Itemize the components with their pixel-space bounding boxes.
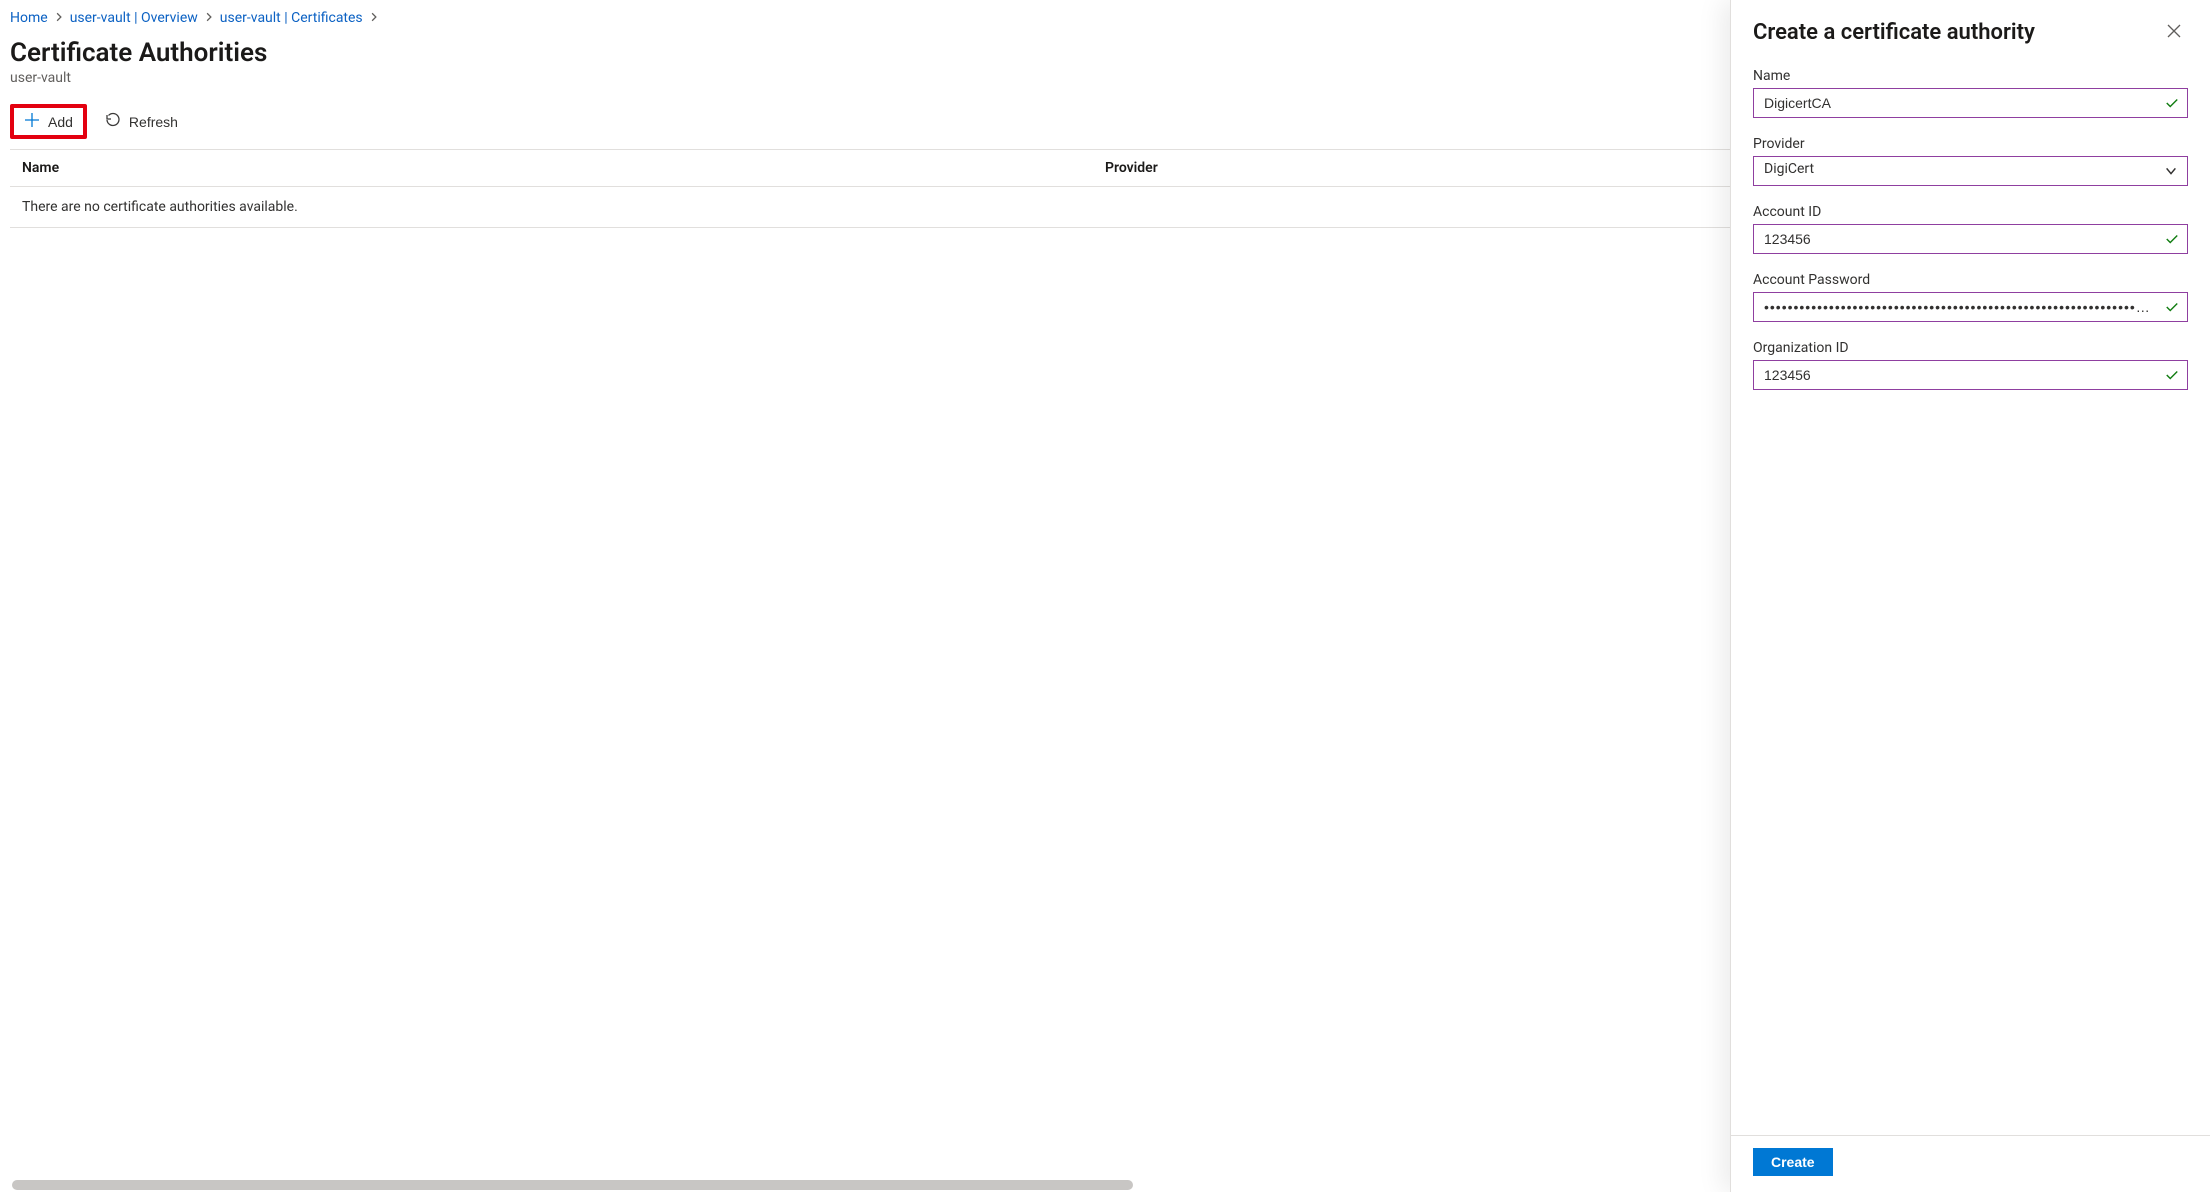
create-button[interactable]: Create [1753,1148,1833,1176]
provider-select[interactable]: DigiCert [1753,156,2188,186]
label-name: Name [1753,68,2188,84]
close-icon [2166,23,2182,42]
refresh-button-label: Refresh [129,114,178,130]
horizontal-scrollbar[interactable] [12,1180,1710,1190]
crumb-home[interactable]: Home [10,10,48,26]
refresh-button[interactable]: Refresh [95,107,188,136]
account-password-field[interactable] [1753,292,2188,322]
label-account-id: Account ID [1753,204,2188,220]
column-header-name[interactable]: Name [22,160,1105,176]
panel-footer: Create [1731,1135,2210,1192]
panel-header: Create a certificate authority [1731,0,2210,52]
account-id-field[interactable] [1753,224,2188,254]
plus-icon [24,112,40,131]
name-field[interactable] [1753,88,2188,118]
refresh-icon [105,112,121,131]
chevron-right-icon [204,10,214,26]
panel-title: Create a certificate authority [1753,20,2035,45]
add-button-label: Add [48,114,73,130]
label-organization-id: Organization ID [1753,340,2188,356]
crumb-vault-overview[interactable]: user-vault | Overview [70,10,198,26]
label-provider: Provider [1753,136,2188,152]
crumb-vault-certificates[interactable]: user-vault | Certificates [220,10,363,26]
add-button[interactable]: Add [10,104,87,139]
close-button[interactable] [2160,18,2188,46]
create-ca-panel: Create a certificate authority Name Prov… [1730,0,2210,1192]
scrollbar-thumb[interactable] [12,1180,1133,1190]
panel-body: Name Provider DigiCert Account ID Accoun… [1731,52,2210,1135]
chevron-right-icon [369,10,379,26]
chevron-right-icon [54,10,64,26]
label-account-password: Account Password [1753,272,2188,288]
organization-id-field[interactable] [1753,360,2188,390]
